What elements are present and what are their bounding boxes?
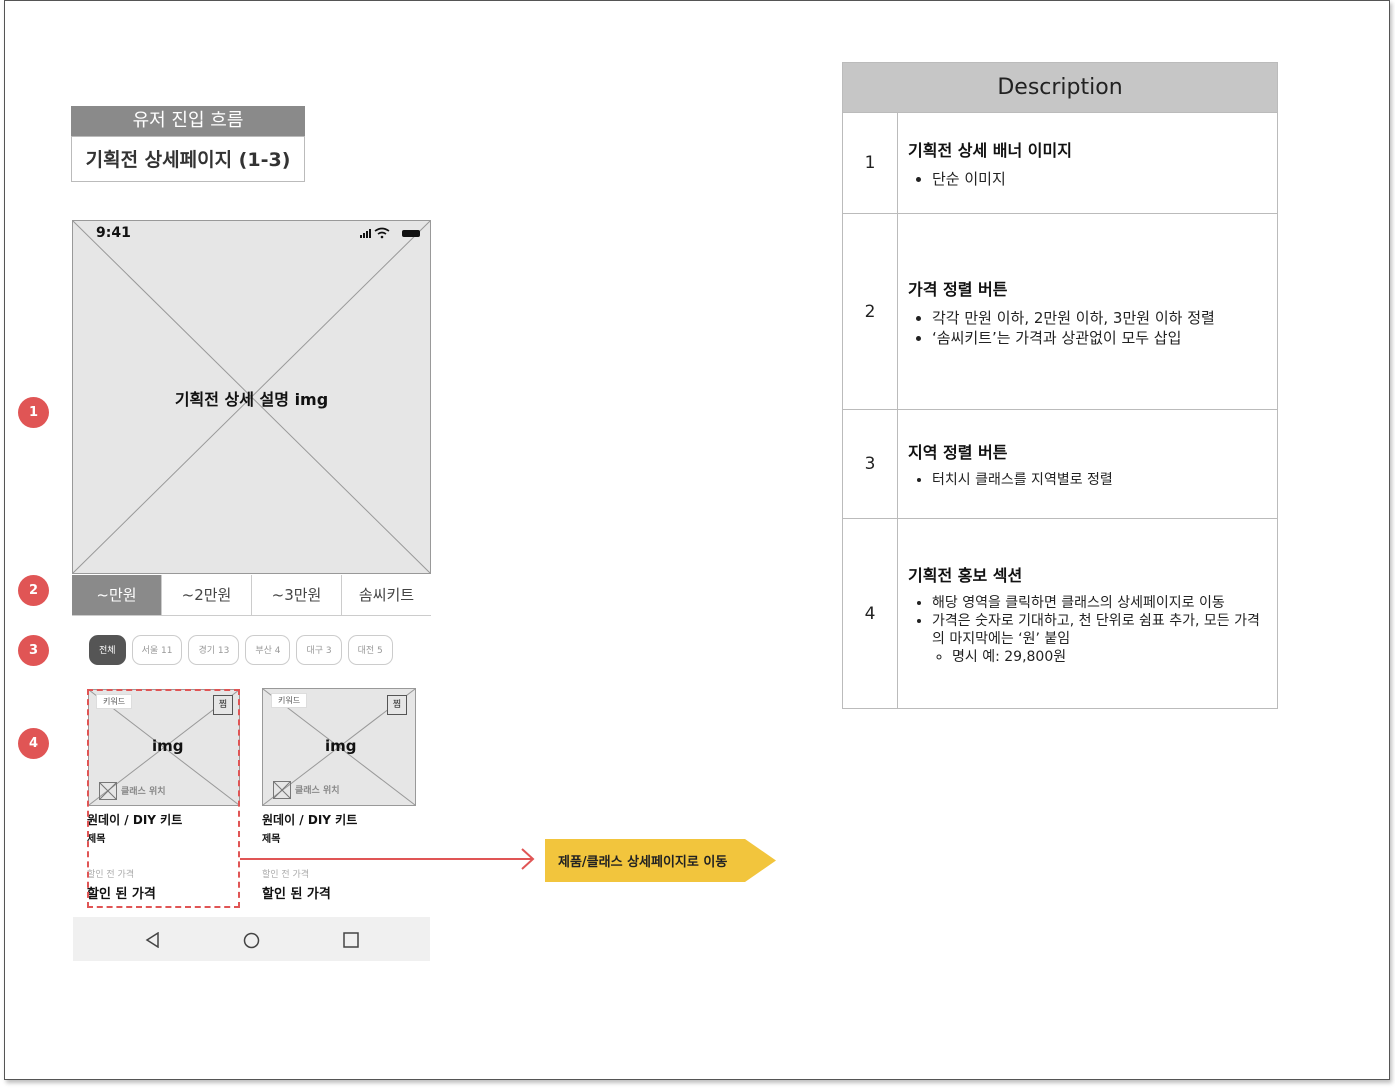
- promo-section-highlight: [87, 689, 240, 908]
- row-item: 가격은 숫자로 기대하고, 천 단위로 쉼표 추가, 모든 가격의 마지막에는 …: [932, 612, 1267, 648]
- row-number: 1: [842, 112, 898, 214]
- android-nav-bar: [73, 917, 430, 961]
- region-chip-row: 전체 서울 11 경기 13 부산 4 대구 3 대전 5: [89, 635, 393, 665]
- price-tab-10k[interactable]: ~만원: [72, 575, 162, 615]
- row-title: 지역 정렬 버튼: [908, 443, 1008, 462]
- card-image-caption: img: [325, 737, 357, 755]
- back-icon[interactable]: [145, 932, 161, 948]
- description-row: 2 가격 정렬 버튼 각각 만원 이하, 2만원 이하, 3만원 이하 정렬 ‘…: [842, 213, 1278, 410]
- annotation-badge-3: 3: [18, 635, 49, 666]
- flow-arrow-line: [240, 848, 535, 870]
- banner-caption: 기획전 상세 설명 img: [174, 390, 329, 409]
- row-items: 터치시 클래스를 지역별로 정렬: [908, 471, 1267, 489]
- card-title: 원데이 / DIY 키트: [262, 813, 358, 827]
- description-row: 4 기획전 홍보 섹션 해당 영역을 클릭하면 클래스의 상세페이지로 이동 가…: [842, 518, 1278, 709]
- row-items: 단순 이미지: [908, 169, 1267, 189]
- annotation-badge-1: 1: [18, 397, 49, 428]
- row-item: 해당 영역을 클릭하면 클래스의 상세페이지로 이동: [932, 594, 1267, 612]
- home-icon[interactable]: [243, 932, 260, 949]
- wishlist-button[interactable]: 찜: [387, 695, 407, 715]
- region-chip-busan[interactable]: 부산 4: [245, 635, 291, 665]
- row-item: 각각 만원 이하, 2만원 이하, 3만원 이하 정렬: [932, 308, 1267, 328]
- row-title: 기획전 홍보 섹션: [908, 565, 1023, 585]
- row-number: 3: [842, 409, 898, 519]
- wifi-icon: [374, 227, 390, 232]
- description-table: Description 1 기획전 상세 배너 이미지 단순 이미지 2 가격 …: [842, 62, 1278, 709]
- row-title: 기획전 상세 배너 이미지: [908, 141, 1072, 160]
- status-time: 9:41: [96, 225, 131, 241]
- card-image-placeholder: 키워드 찜 img 클래스 위치: [262, 688, 416, 806]
- row-subitem: 명시 예: 29,800원: [952, 648, 1267, 666]
- row-content: 기획전 상세 배너 이미지 단순 이미지: [897, 112, 1278, 214]
- flow-destination-label: 제품/클래스 상세페이지로 이동: [558, 855, 728, 870]
- location-image-icon: [273, 781, 291, 799]
- card-discount-price: 할인 된 가격: [262, 887, 331, 902]
- status-icons: [360, 227, 420, 239]
- region-chip-all[interactable]: 전체: [89, 635, 126, 665]
- keyword-tag: 키워드: [271, 693, 308, 708]
- row-item: 단순 이미지: [932, 169, 1267, 189]
- description-header: Description: [842, 62, 1278, 113]
- region-chip-daegu[interactable]: 대구 3: [296, 635, 342, 665]
- row-number: 2: [842, 213, 898, 410]
- price-tab-20k[interactable]: ~2만원: [162, 575, 252, 615]
- class-card-2[interactable]: 키워드 찜 img 클래스 위치: [262, 688, 416, 806]
- row-item: 터치시 클래스를 지역별로 정렬: [932, 471, 1267, 489]
- signal-icon: [360, 235, 362, 238]
- row-item: ‘솜씨키트’는 가격과 상관없이 모두 삽입: [932, 328, 1267, 348]
- region-chip-seoul[interactable]: 서울 11: [131, 635, 183, 665]
- row-subitems: 명시 예: 29,800원: [932, 648, 1267, 666]
- description-row: 1 기획전 상세 배너 이미지 단순 이미지: [842, 112, 1278, 214]
- price-tab-kit[interactable]: 솜씨키트: [342, 575, 431, 615]
- price-sort-tabs: ~만원 ~2만원 ~3만원 솜씨키트: [72, 575, 431, 616]
- card-subtitle: 제목: [262, 834, 281, 845]
- battery-icon: [402, 230, 420, 237]
- row-content: 지역 정렬 버튼 터치시 클래스를 지역별로 정렬: [897, 409, 1278, 519]
- class-location: 클래스 위치: [295, 786, 340, 796]
- row-number: 4: [842, 518, 898, 709]
- row-items: 각각 만원 이하, 2만원 이하, 3만원 이하 정렬 ‘솜씨키트’는 가격과 …: [908, 308, 1267, 348]
- page-title: 기획전 상세페이지 (1-3): [71, 136, 305, 182]
- recents-icon[interactable]: [343, 932, 359, 948]
- region-chip-daejeon[interactable]: 대전 5: [347, 635, 393, 665]
- description-row: 3 지역 정렬 버튼 터치시 클래스를 지역별로 정렬: [842, 409, 1278, 519]
- row-title: 가격 정렬 버튼: [908, 279, 1008, 299]
- flow-header: 유저 진입 흐름: [71, 106, 305, 136]
- row-content: 기획전 홍보 섹션 해당 영역을 클릭하면 클래스의 상세페이지로 이동 가격은…: [897, 518, 1278, 709]
- price-tab-30k[interactable]: ~3만원: [252, 575, 342, 615]
- row-content: 가격 정렬 버튼 각각 만원 이하, 2만원 이하, 3만원 이하 정렬 ‘솜씨…: [897, 213, 1278, 410]
- region-chip-gyeonggi[interactable]: 경기 13: [188, 635, 240, 665]
- annotation-badge-4: 4: [18, 728, 49, 759]
- row-items: 해당 영역을 클릭하면 클래스의 상세페이지로 이동 가격은 숫자로 기대하고,…: [908, 594, 1267, 666]
- annotation-badge-2: 2: [18, 575, 49, 606]
